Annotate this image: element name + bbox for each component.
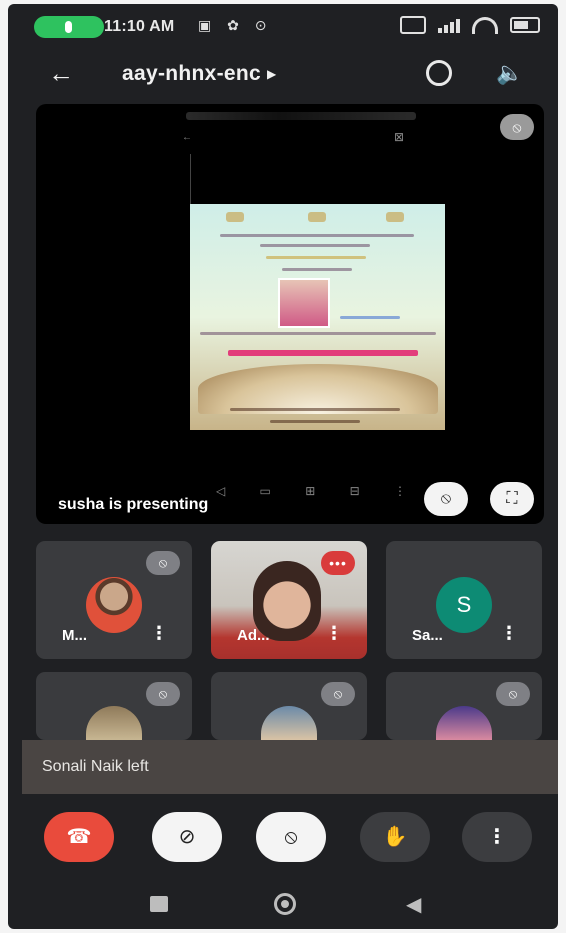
poster-line xyxy=(230,408,400,411)
call-controls: ☎ ⊘ ⦸ ✋ ⋮ xyxy=(8,810,558,876)
participant-tile-speaking[interactable]: ••• Ad... ⋮ xyxy=(211,541,367,659)
fullscreen-icon[interactable]: ⛶ xyxy=(490,482,534,516)
more-vert-icon[interactable]: ⋮ xyxy=(500,623,518,644)
mic-off-icon: ⦸ xyxy=(321,682,355,706)
more-options-button[interactable]: ⋮ xyxy=(462,812,532,862)
poster-line xyxy=(282,268,352,271)
speaking-indicator-icon: ••• xyxy=(321,551,355,575)
caret-right-icon: ▶ xyxy=(266,67,277,82)
mic-off-icon: ⦸ xyxy=(146,682,180,706)
shared-status-bar xyxy=(186,112,416,120)
speaker-icon[interactable]: 🔈 xyxy=(496,60,523,86)
poster-line xyxy=(260,244,370,247)
presenter-label: susha is presenting xyxy=(58,496,209,513)
participant-tile[interactable]: ⦸ xyxy=(211,672,367,740)
battery-icon xyxy=(510,17,540,33)
poster-line xyxy=(266,256,366,259)
avatar xyxy=(261,706,317,740)
home-icon[interactable] xyxy=(274,893,296,915)
participant-name: Sa... xyxy=(412,627,443,644)
mic-off-icon: ⦸ xyxy=(146,551,180,575)
participant-tile[interactable]: ⦸ M... ⋮ xyxy=(36,541,192,659)
wifi-icon xyxy=(472,16,498,34)
status-time: 11:10 AM xyxy=(104,18,175,35)
system-nav-bar: ◀ xyxy=(8,880,558,929)
shared-nav-row: ◁ ▭ ⊞ ⊟ ⋮ xyxy=(216,484,406,498)
avatar xyxy=(436,706,492,740)
shared-poster xyxy=(190,204,445,430)
shared-nav-icon: ▭ xyxy=(259,484,271,498)
camera-off-icon: ⊘ xyxy=(178,826,196,848)
more-vert-icon[interactable]: ⋮ xyxy=(325,623,343,644)
poster-line xyxy=(270,420,360,423)
mic-toggle-button[interactable]: ⦸ xyxy=(256,812,326,862)
poster-line xyxy=(220,234,414,237)
notification-toast: Sonali Naik left xyxy=(22,740,558,794)
shared-nav-icon: ⋮ xyxy=(393,484,406,498)
meeting-title[interactable]: aay-nhnx-enc ▶ xyxy=(122,62,277,86)
meeting-header: ← aay-nhnx-enc ▶ 🔈 xyxy=(8,48,558,100)
more-vert-icon: ⋮ xyxy=(487,826,507,848)
mic-off-icon: ⦸ xyxy=(496,682,530,706)
toast-message: Sonali Naik left xyxy=(42,758,149,775)
meeting-code: aay-nhnx-enc xyxy=(122,62,261,85)
poster-photo xyxy=(278,278,330,328)
avatar xyxy=(86,706,142,740)
logo-left xyxy=(226,212,244,222)
poster-line xyxy=(340,316,400,319)
shared-back-icon: ← xyxy=(182,132,192,143)
signal-icon xyxy=(438,17,460,33)
shared-nav-icon: ⊞ xyxy=(305,484,316,498)
shared-close-icon: ⊠ xyxy=(394,130,405,144)
avatar: S xyxy=(436,577,492,633)
presentation-view[interactable]: ← ⊠ ⦸ ◁ ▭ ⊞ ⊟ ⋮ susha is presenting ⦸ ⛶ xyxy=(36,104,544,524)
poster-line xyxy=(200,332,436,335)
sim-icon xyxy=(400,16,426,34)
more-vert-icon[interactable]: ⋮ xyxy=(150,623,168,644)
logo-right xyxy=(386,212,404,222)
recents-icon[interactable] xyxy=(150,896,168,912)
back-arrow-icon[interactable]: ← xyxy=(48,60,74,86)
raise-hand-button[interactable]: ✋ xyxy=(360,812,430,862)
switch-camera-icon[interactable] xyxy=(426,60,452,86)
avatar xyxy=(86,577,142,633)
mic-off-icon: ⦸ xyxy=(500,114,534,140)
status-right-icons xyxy=(400,16,540,34)
hand-icon: ✋ xyxy=(382,826,408,848)
active-call-pill[interactable] xyxy=(34,16,104,38)
end-call-button[interactable]: ☎ xyxy=(44,812,114,862)
participant-name: M... xyxy=(62,627,87,644)
mic-off-icon: ⦸ xyxy=(284,826,298,848)
participant-tile[interactable]: ⦸ xyxy=(386,672,542,740)
book-image xyxy=(198,364,438,414)
poster-highlight xyxy=(228,350,418,356)
phone-hangup-icon: ☎ xyxy=(66,826,92,848)
phone-screen: 11:10 AM ▣ ✿ ⊙ ← aay-nhnx-enc ▶ 🔈 ← ⊠ ⦸ xyxy=(8,4,558,929)
presentation-mute-button[interactable]: ⦸ xyxy=(424,482,468,516)
shared-nav-icon: ◁ xyxy=(216,484,226,498)
notification-icons: ▣ ✿ ⊙ xyxy=(198,17,273,33)
mic-icon xyxy=(65,21,72,33)
status-bar: 11:10 AM ▣ ✿ ⊙ xyxy=(8,4,558,48)
camera-toggle-button[interactable]: ⊘ xyxy=(152,812,222,862)
logo-center xyxy=(308,212,326,222)
participant-tile[interactable]: ⦸ xyxy=(36,672,192,740)
participant-name: Ad... xyxy=(237,627,270,644)
participant-tile[interactable]: S Sa... ⋮ xyxy=(386,541,542,659)
shared-nav-icon: ⊟ xyxy=(349,484,360,498)
back-triangle-icon[interactable]: ◀ xyxy=(406,892,421,917)
